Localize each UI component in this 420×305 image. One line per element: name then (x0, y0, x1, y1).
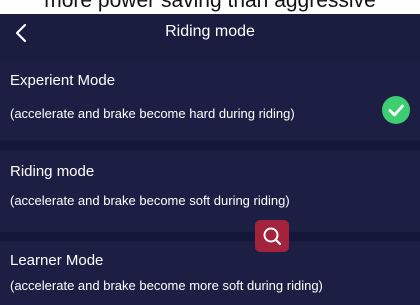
check-circle-icon (382, 96, 410, 124)
mode-description: (accelerate and brake become more soft d… (10, 278, 323, 293)
mode-description: (accelerate and brake become soft during… (10, 193, 290, 208)
mode-description: (accelerate and brake become hard during… (10, 106, 295, 121)
page-title: Riding mode (165, 23, 255, 40)
magnifier-icon (263, 227, 282, 246)
previous-text-fragment: more power saving than aggressive (0, 0, 420, 14)
mode-name: Experient Mode (10, 72, 116, 89)
riding-mode-screen: Riding mode Experient Mode (accelerate a… (0, 14, 420, 305)
mode-option-experient[interactable]: Experient Mode (accelerate and brake bec… (0, 60, 420, 140)
zoom-button[interactable] (255, 220, 289, 252)
previous-text: more power saving than aggressive (44, 0, 376, 12)
mode-name: Learner Mode (10, 252, 104, 269)
app-screen: more power saving than aggressive Riding… (0, 0, 420, 305)
header: Riding mode (0, 14, 420, 52)
mode-option-learner[interactable]: Learner Mode (accelerate and brake becom… (0, 242, 420, 305)
divider (0, 141, 420, 150)
divider (0, 232, 420, 241)
mode-option-riding[interactable]: Riding mode (accelerate and brake become… (0, 151, 420, 231)
mode-name: Riding mode (10, 163, 95, 180)
